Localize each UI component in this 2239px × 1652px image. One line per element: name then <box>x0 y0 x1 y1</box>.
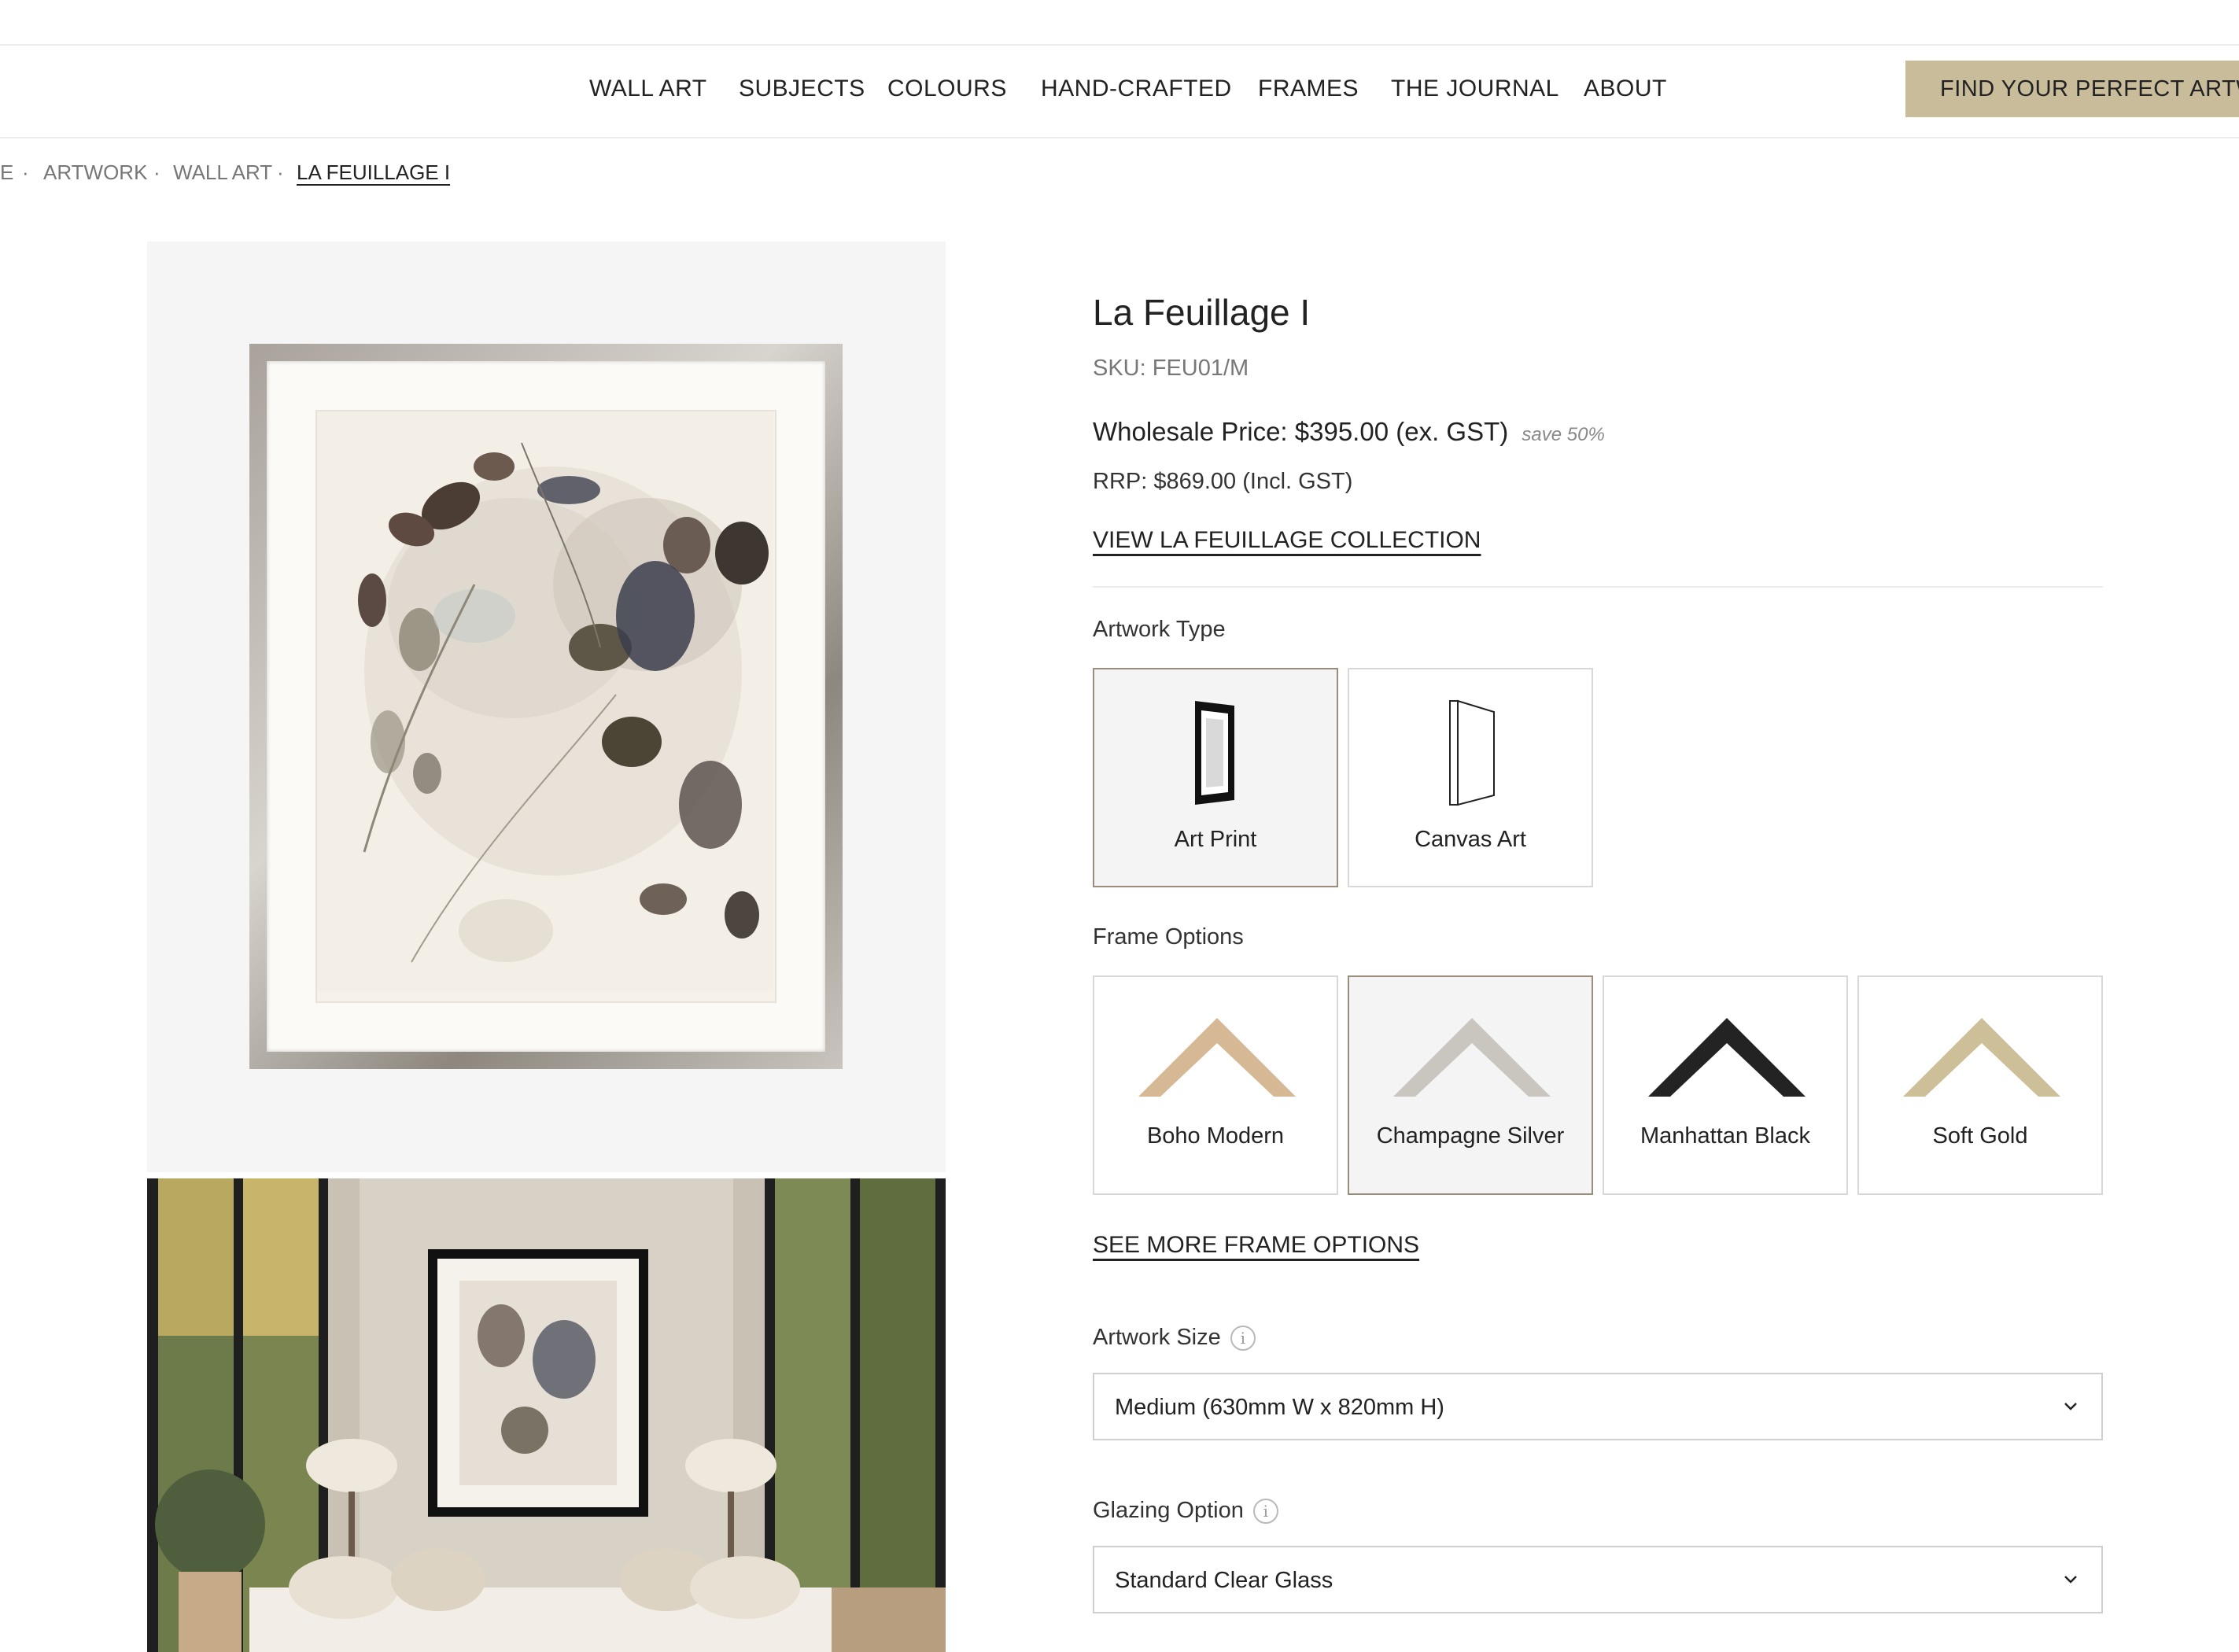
artwork-type-label: Artwork Type <box>1093 617 1226 642</box>
view-collection-link[interactable]: VIEW LA FEUILLAGE COLLECTION <box>1093 527 1481 554</box>
art-print-icon <box>1195 701 1234 805</box>
product-image-room-scene[interactable] <box>147 1178 946 1652</box>
artwork-painting <box>315 410 776 1003</box>
artwork-size-select[interactable]: Medium (630mm W x 820mm H) <box>1093 1373 2103 1440</box>
rrp-price: RRP: $869.00 (Incl. GST) <box>1093 469 1353 494</box>
breadcrumb-home[interactable]: E <box>0 160 13 185</box>
breadcrumb-current[interactable]: LA FEUILLAGE I <box>297 160 450 185</box>
product-sku: SKU: FEU01/M <box>1093 356 1249 381</box>
save-badge: save 50% <box>1522 424 1605 445</box>
soft-gold-swatch-icon <box>1903 1018 2060 1097</box>
artwork-frame <box>249 344 843 1069</box>
artwork-size-label-text: Artwork Size <box>1093 1325 1221 1350</box>
glazing-option-value: Standard Clear Glass <box>1115 1568 1333 1593</box>
product-title: La Feuillage I <box>1093 292 1311 333</box>
frame-option-label: Boho Modern <box>1146 1123 1285 1149</box>
artwork-type-art-print[interactable]: Art Print <box>1093 668 1338 887</box>
champagne-silver-swatch-icon <box>1393 1018 1551 1097</box>
room-scene-image <box>147 1178 946 1652</box>
frame-option-label: Soft Gold <box>1932 1123 2028 1149</box>
artwork-mat <box>267 361 825 1052</box>
chevron-down-icon <box>2064 1576 2077 1584</box>
botanical-watercolour-image <box>317 411 773 992</box>
nav-wall-art[interactable]: WALL ART <box>589 76 707 102</box>
breadcrumb-artwork[interactable]: ARTWORK <box>43 160 147 185</box>
nav-subjects[interactable]: SUBJECTS <box>739 76 865 102</box>
glazing-option-select[interactable]: Standard Clear Glass <box>1093 1546 2103 1613</box>
wholesale-price: Wholesale Price: $395.00 (ex. GST) save … <box>1093 417 1605 447</box>
see-more-frame-options-link[interactable]: SEE MORE FRAME OPTIONS <box>1093 1232 1419 1259</box>
breadcrumb-separator: · <box>277 160 284 184</box>
frame-option-champagne-silver[interactable]: Champagne Silver <box>1348 975 1593 1195</box>
top-utility-bar <box>0 0 2239 46</box>
frame-options-label: Frame Options <box>1093 924 1244 950</box>
boho-modern-swatch-icon <box>1138 1018 1296 1097</box>
frame-option-label: Manhattan Black <box>1640 1123 1810 1149</box>
info-icon[interactable]: i <box>1252 1499 1278 1525</box>
breadcrumb-separator: · <box>153 160 160 184</box>
breadcrumb-wall-art[interactable]: WALL ART <box>173 160 272 185</box>
artwork-size-value: Medium (630mm W x 820mm H) <box>1115 1395 1444 1420</box>
frame-option-label: Champagne Silver <box>1376 1123 1565 1149</box>
nav-the-journal[interactable]: THE JOURNAL <box>1391 76 1559 102</box>
glazing-option-label: Glazing Option i <box>1093 1498 1278 1525</box>
canvas-art-label: Canvas Art <box>1415 827 1526 852</box>
manhattan-black-swatch-icon <box>1648 1018 1806 1097</box>
divider <box>1093 586 2103 588</box>
wholesale-price-text: Wholesale Price: $395.00 (ex. GST) <box>1093 417 1509 446</box>
main-navigation: WALL ART SUBJECTS COLOURS HAND-CRAFTED F… <box>0 44 2239 138</box>
frame-option-boho-modern[interactable]: Boho Modern <box>1093 975 1338 1195</box>
frame-option-soft-gold[interactable]: Soft Gold <box>1857 975 2103 1195</box>
nav-hand-crafted[interactable]: HAND-CRAFTED <box>1041 76 1232 102</box>
art-print-label: Art Print <box>1174 827 1257 852</box>
chevron-down-icon <box>2064 1403 2077 1410</box>
frame-option-manhattan-black[interactable]: Manhattan Black <box>1603 975 1848 1195</box>
info-icon[interactable]: i <box>1230 1326 1256 1351</box>
artwork-type-canvas-art[interactable]: Canvas Art <box>1348 668 1593 887</box>
artwork-size-label: Artwork Size i <box>1093 1325 1256 1351</box>
breadcrumb-separator: · <box>22 160 29 184</box>
glazing-option-label-text: Glazing Option <box>1093 1498 1244 1523</box>
product-image-main[interactable] <box>147 242 946 1172</box>
nav-about[interactable]: ABOUT <box>1584 76 1667 102</box>
nav-frames[interactable]: FRAMES <box>1258 76 1359 102</box>
nav-colours[interactable]: COLOURS <box>887 76 1007 102</box>
canvas-art-icon <box>1449 699 1495 806</box>
find-your-perfect-artwork-button[interactable]: FIND YOUR PERFECT ARTWO <box>1905 61 2239 117</box>
